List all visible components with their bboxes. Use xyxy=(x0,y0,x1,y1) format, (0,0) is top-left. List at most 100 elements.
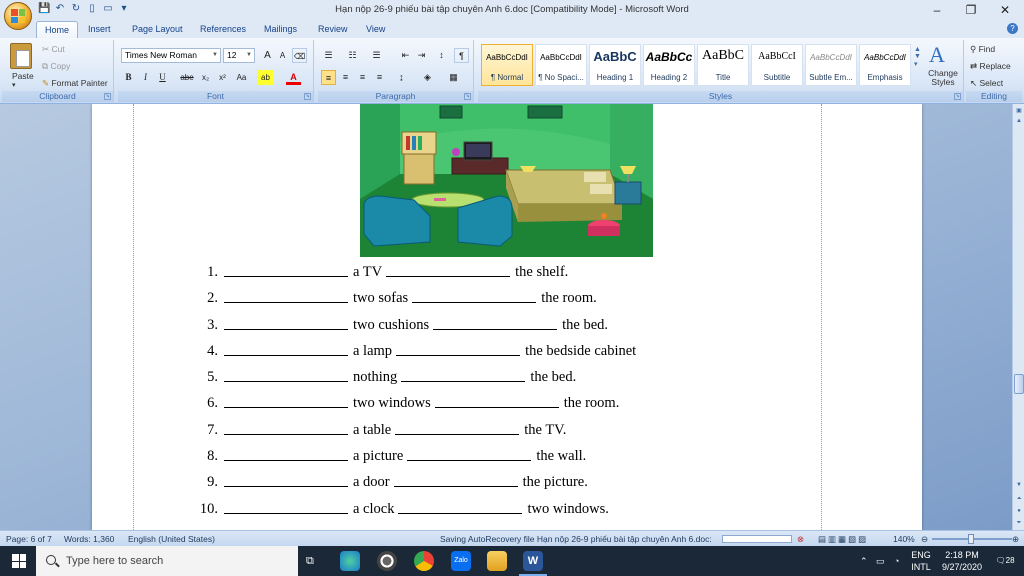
word-icon[interactable]: W xyxy=(519,551,547,576)
zoom-slider-thumb[interactable] xyxy=(968,534,974,544)
browse-object-icon[interactable]: ● xyxy=(1014,506,1024,516)
paste-button[interactable]: Paste xyxy=(12,71,34,81)
tab-insert[interactable]: Insert xyxy=(80,21,119,38)
paste-icon[interactable] xyxy=(10,43,32,69)
justify-icon[interactable]: ≡ xyxy=(372,70,387,85)
strikethrough-button[interactable]: abe xyxy=(178,70,196,85)
paste-dropdown-icon[interactable]: ▾ xyxy=(12,81,16,89)
multilevel-list-icon[interactable]: ☰ xyxy=(369,48,384,63)
input-language[interactable]: ENG INTL xyxy=(906,549,936,573)
close-button[interactable]: ✕ xyxy=(988,0,1022,20)
subscript-button[interactable]: x₂ xyxy=(198,70,213,85)
help-icon[interactable]: ? xyxy=(1007,23,1018,34)
shading-icon[interactable]: ◈ xyxy=(420,70,435,85)
show-formatting-icon[interactable]: ¶ xyxy=(454,48,469,63)
scroll-thumb[interactable] xyxy=(1014,374,1024,394)
styles-launcher-icon[interactable]: ↘ xyxy=(954,93,961,100)
view-buttons-icon[interactable]: ▤▥▦▧▨ xyxy=(818,534,868,545)
chrome-icon[interactable] xyxy=(414,551,434,571)
borders-icon[interactable]: ▦ xyxy=(446,70,461,85)
word-count[interactable]: Words: 1,360 xyxy=(64,534,114,544)
shrink-font-button[interactable]: A xyxy=(275,48,290,63)
clear-formatting-icon[interactable]: ⌫ xyxy=(292,48,307,63)
office-button[interactable] xyxy=(4,2,32,30)
page-count[interactable]: Page: 6 of 7 xyxy=(6,534,52,544)
tab-references[interactable]: References xyxy=(192,21,254,38)
previous-page-icon[interactable]: ⏶ xyxy=(1014,494,1024,504)
bold-button[interactable]: B xyxy=(121,70,136,85)
tab-mailings[interactable]: Mailings xyxy=(256,21,305,38)
bullets-icon[interactable]: ☰ xyxy=(321,48,336,63)
sort-icon[interactable]: ↕ xyxy=(434,48,449,63)
font-family-select[interactable]: Times New Roman ▼ xyxy=(121,48,221,63)
taskbar-clock[interactable]: 2:18 PM 9/27/2020 xyxy=(938,549,986,573)
list-item[interactable]: 1. a TV the shelf. xyxy=(192,264,712,290)
notification-center-icon[interactable]: 🗨28 xyxy=(994,546,1016,576)
tray-chevron-up-icon[interactable]: ⌃ xyxy=(860,546,868,576)
obs-icon[interactable] xyxy=(377,551,397,571)
ruler-toggle-icon[interactable]: ▣ xyxy=(1014,106,1024,116)
grow-font-button[interactable]: A xyxy=(260,48,275,63)
task-view-icon[interactable]: ⧉ xyxy=(306,546,314,576)
highlight-icon[interactable]: ab xyxy=(258,70,273,85)
tab-home[interactable]: Home xyxy=(36,21,79,38)
format-painter-button[interactable]: ✎ Format Painter xyxy=(42,78,108,89)
style-title[interactable]: AaBbC Title xyxy=(697,44,749,86)
zoom-in-icon[interactable]: ⊕ xyxy=(1012,534,1019,545)
tab-review[interactable]: Review xyxy=(310,21,356,38)
battery-icon[interactable]: ▭ xyxy=(876,546,885,576)
scroll-up-icon[interactable]: ▲ xyxy=(1014,116,1024,126)
change-case-button[interactable]: Aa xyxy=(234,70,249,85)
restore-button[interactable]: ❐ xyxy=(954,0,988,20)
minimize-button[interactable]: – xyxy=(920,0,954,20)
font-launcher-icon[interactable]: ↘ xyxy=(304,93,311,100)
style-heading-2[interactable]: AaBbCc Heading 2 xyxy=(643,44,695,86)
list-item[interactable]: 5. nothing the bed. xyxy=(192,369,712,395)
scroll-down-icon[interactable]: ▼ xyxy=(1014,480,1024,490)
list-item[interactable]: 8. a picture the wall. xyxy=(192,448,712,474)
change-styles-button[interactable]: Change Styles xyxy=(926,69,960,87)
underline-button[interactable]: U xyxy=(155,70,170,85)
style-subtitle[interactable]: AaBbCcI Subtitle xyxy=(751,44,803,86)
wifi-icon[interactable]: ◔ xyxy=(894,546,899,576)
styles-scroll-icon[interactable]: ▲ ▼ ▾ xyxy=(914,46,921,68)
style-heading-1[interactable]: AaBbC Heading 1 xyxy=(589,44,641,86)
cancel-save-icon[interactable]: ⊗ xyxy=(797,534,804,545)
next-page-icon[interactable]: ⏷ xyxy=(1014,518,1024,528)
zoom-level[interactable]: 140% xyxy=(893,534,915,544)
style-no-spacing[interactable]: AaBbCcDdI ¶ No Spaci... xyxy=(535,44,587,86)
align-center-icon[interactable]: ≡ xyxy=(338,70,353,85)
find-button[interactable]: ⚲ Find xyxy=(970,44,995,55)
numbering-icon[interactable]: ☷ xyxy=(345,48,360,63)
file-explorer-icon[interactable] xyxy=(487,551,507,571)
list-item[interactable]: 2. two sofas the room. xyxy=(192,290,712,316)
list-item[interactable]: 4. a lamp the bedside cabinet xyxy=(192,343,712,369)
select-button[interactable]: ↖ Select xyxy=(970,78,1003,89)
replace-button[interactable]: ⇄ Replace xyxy=(970,61,1011,72)
italic-button[interactable]: I xyxy=(138,70,153,85)
taskbar-search[interactable]: Type here to search xyxy=(36,546,298,576)
increase-indent-icon[interactable]: ⇥ xyxy=(414,48,429,63)
zoom-out-icon[interactable]: ⊖ xyxy=(921,534,928,545)
list-item[interactable]: 9. a door the picture. xyxy=(192,474,712,500)
tab-view[interactable]: View xyxy=(358,21,393,38)
style-subtle-emphasis[interactable]: AaBbCcDdI Subtle Em... xyxy=(805,44,857,86)
windows-start-icon[interactable] xyxy=(12,554,26,568)
tab-page-layout[interactable]: Page Layout xyxy=(124,21,191,38)
list-item[interactable]: 7. a table the TV. xyxy=(192,422,712,448)
style-normal[interactable]: AaBbCcDdI ¶ Normal xyxy=(481,44,533,86)
paragraph-launcher-icon[interactable]: ↘ xyxy=(464,93,471,100)
language-indicator[interactable]: English (United States) xyxy=(128,534,215,544)
copy-button[interactable]: ⧉ Copy xyxy=(42,61,70,72)
document-area[interactable]: 1. a TV the shelf. 2. two sofas the room. 3.… xyxy=(0,104,1012,530)
clipboard-launcher-icon[interactable]: ↘ xyxy=(104,93,111,100)
vertical-scrollbar[interactable]: ▣ ▲ ▼ ⏶ ● ⏷ xyxy=(1012,104,1024,530)
list-item[interactable]: 6. two windows the room. xyxy=(192,395,712,421)
align-left-icon[interactable]: ≡ xyxy=(321,70,336,85)
align-right-icon[interactable]: ≡ xyxy=(355,70,370,85)
line-spacing-icon[interactable]: ↨ xyxy=(394,70,409,85)
decrease-indent-icon[interactable]: ⇤ xyxy=(398,48,413,63)
style-emphasis[interactable]: AaBbCcDdI Emphasis xyxy=(859,44,911,86)
font-size-select[interactable]: 12 ▼ xyxy=(223,48,255,63)
list-item[interactable]: 10. a clock two windows. xyxy=(192,501,712,527)
